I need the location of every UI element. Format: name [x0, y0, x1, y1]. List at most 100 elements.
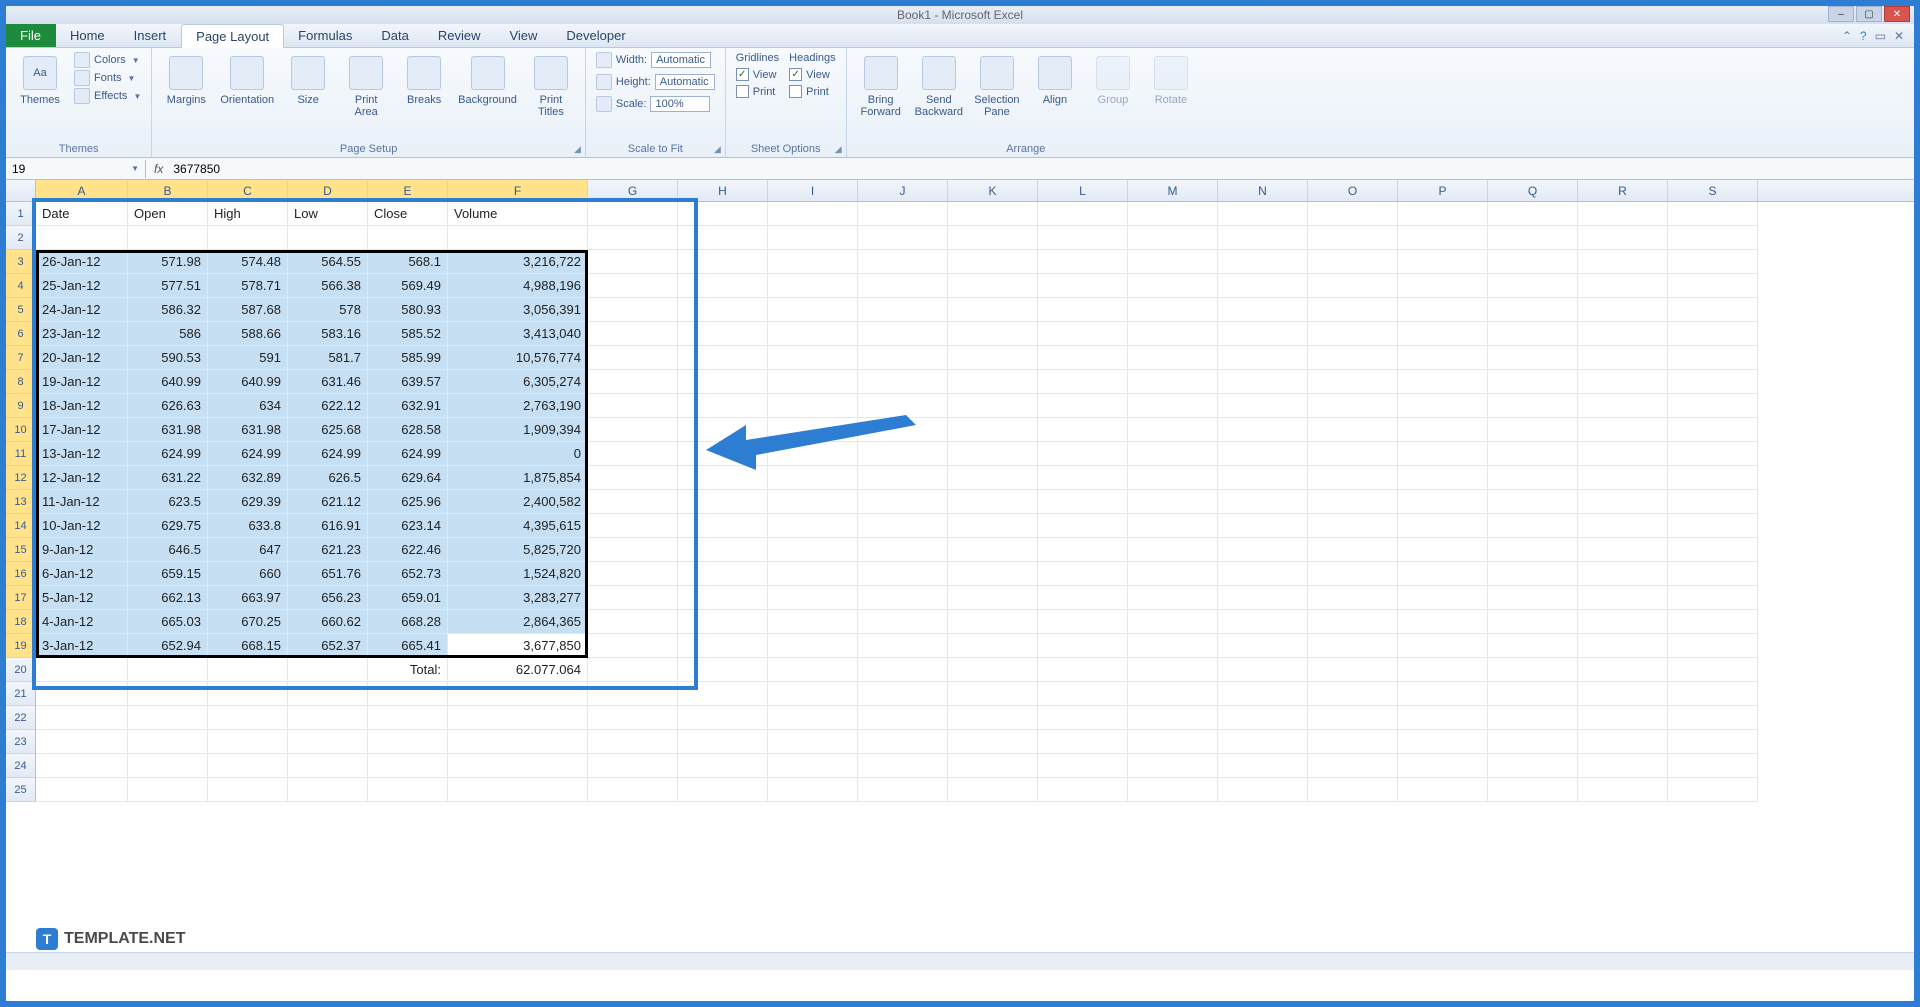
scale-spinner[interactable]: 100%: [650, 96, 710, 112]
cell-empty[interactable]: [208, 754, 288, 778]
cell-empty[interactable]: [1398, 418, 1488, 442]
cell-low[interactable]: 624.99: [288, 442, 368, 466]
cell-volume[interactable]: 2,763,190: [448, 394, 588, 418]
cell-empty[interactable]: [1398, 538, 1488, 562]
tab-developer[interactable]: Developer: [552, 24, 640, 47]
cell-empty[interactable]: [36, 778, 128, 802]
column-header-Q[interactable]: Q: [1488, 180, 1578, 201]
cell-close[interactable]: 623.14: [368, 514, 448, 538]
cell-empty[interactable]: [1038, 682, 1128, 706]
cell-empty[interactable]: [948, 562, 1038, 586]
tab-formulas[interactable]: Formulas: [284, 24, 367, 47]
cell-empty[interactable]: [768, 682, 858, 706]
cell-volume[interactable]: 4,395,615: [448, 514, 588, 538]
cell-empty[interactable]: [1038, 634, 1128, 658]
cell-empty[interactable]: [768, 754, 858, 778]
cell-empty[interactable]: [1398, 730, 1488, 754]
cell-empty[interactable]: [1218, 634, 1308, 658]
cell-empty[interactable]: [1128, 658, 1218, 682]
cell-empty[interactable]: [768, 250, 858, 274]
cell-empty[interactable]: [1668, 370, 1758, 394]
row-header-16[interactable]: 16: [6, 562, 36, 586]
cell-date[interactable]: 3-Jan-12: [36, 634, 128, 658]
cell-date[interactable]: 9-Jan-12: [36, 538, 128, 562]
cell-empty[interactable]: [1488, 586, 1578, 610]
column-header-E[interactable]: E: [368, 180, 448, 201]
cell-empty[interactable]: [1668, 562, 1758, 586]
cell-close[interactable]: 625.96: [368, 490, 448, 514]
cell-high[interactable]: 660: [208, 562, 288, 586]
orientation-button[interactable]: Orientation: [220, 52, 274, 106]
cell-empty[interactable]: [208, 706, 288, 730]
cell-empty[interactable]: [948, 394, 1038, 418]
cell-empty[interactable]: [1578, 730, 1668, 754]
cell-empty[interactable]: [588, 394, 678, 418]
row-header-8[interactable]: 8: [6, 370, 36, 394]
cell-empty[interactable]: [448, 778, 588, 802]
cell-empty[interactable]: [208, 658, 288, 682]
cell-total-label[interactable]: Total:: [368, 658, 448, 682]
cell-empty[interactable]: [1398, 346, 1488, 370]
cell-empty[interactable]: [1308, 538, 1398, 562]
cell-high[interactable]: 631.98: [208, 418, 288, 442]
cell-close[interactable]: 652.73: [368, 562, 448, 586]
cell-empty[interactable]: [1218, 754, 1308, 778]
colors-button[interactable]: Colors▼: [74, 52, 141, 68]
cell-open[interactable]: 571.98: [128, 250, 208, 274]
cell-empty[interactable]: [588, 466, 678, 490]
cell-empty[interactable]: [1488, 250, 1578, 274]
cell-empty[interactable]: [36, 226, 128, 250]
row-header-3[interactable]: 3: [6, 250, 36, 274]
height-selector[interactable]: Automatic: [655, 74, 715, 90]
cell-high[interactable]: 663.97: [208, 586, 288, 610]
cell-empty[interactable]: [858, 778, 948, 802]
cell-empty[interactable]: [858, 394, 948, 418]
cell-empty[interactable]: [1488, 298, 1578, 322]
cell-empty[interactable]: [1308, 586, 1398, 610]
margins-button[interactable]: Margins: [162, 52, 210, 106]
cell-empty[interactable]: [948, 730, 1038, 754]
cell-empty[interactable]: [588, 322, 678, 346]
cell-empty[interactable]: [1578, 634, 1668, 658]
cell-empty[interactable]: [36, 730, 128, 754]
cell-close[interactable]: 622.46: [368, 538, 448, 562]
cell-empty[interactable]: [588, 346, 678, 370]
cell-empty[interactable]: [1038, 226, 1128, 250]
cell-empty[interactable]: [1308, 682, 1398, 706]
worksheet[interactable]: ABCDEFGHIJKLMNOPQRS 1DateOpenHighLowClos…: [6, 180, 1914, 970]
cell-empty[interactable]: [1308, 226, 1398, 250]
cell-high[interactable]: 632.89: [208, 466, 288, 490]
cell-empty[interactable]: [1668, 514, 1758, 538]
cell-empty[interactable]: [1038, 418, 1128, 442]
cell-low[interactable]: 656.23: [288, 586, 368, 610]
cell-empty[interactable]: [128, 778, 208, 802]
column-header-O[interactable]: O: [1308, 180, 1398, 201]
cell-date[interactable]: 11-Jan-12: [36, 490, 128, 514]
cell-empty[interactable]: [1308, 442, 1398, 466]
cell-empty[interactable]: [1128, 778, 1218, 802]
cell-low[interactable]: 581.7: [288, 346, 368, 370]
cell-empty[interactable]: [1578, 226, 1668, 250]
cell-empty[interactable]: [678, 370, 768, 394]
cell-empty[interactable]: [858, 346, 948, 370]
cell-empty[interactable]: [948, 226, 1038, 250]
cell-empty[interactable]: [1128, 322, 1218, 346]
cell-empty[interactable]: [678, 778, 768, 802]
cell-empty[interactable]: [1038, 658, 1128, 682]
cell-empty[interactable]: [1398, 298, 1488, 322]
cell-empty[interactable]: [768, 658, 858, 682]
cell-volume[interactable]: 0: [448, 442, 588, 466]
cell-empty[interactable]: [588, 658, 678, 682]
cell-empty[interactable]: [1578, 250, 1668, 274]
name-box[interactable]: 19 ▼: [6, 160, 146, 178]
cell-empty[interactable]: [1038, 202, 1128, 226]
column-header-R[interactable]: R: [1578, 180, 1668, 201]
cell-empty[interactable]: [948, 490, 1038, 514]
cell-empty[interactable]: [368, 706, 448, 730]
cell-empty[interactable]: [1218, 226, 1308, 250]
cell-low[interactable]: 660.62: [288, 610, 368, 634]
cell-empty[interactable]: [1308, 370, 1398, 394]
cell-empty[interactable]: [678, 298, 768, 322]
cell-empty[interactable]: [858, 250, 948, 274]
cell-empty[interactable]: [1398, 514, 1488, 538]
